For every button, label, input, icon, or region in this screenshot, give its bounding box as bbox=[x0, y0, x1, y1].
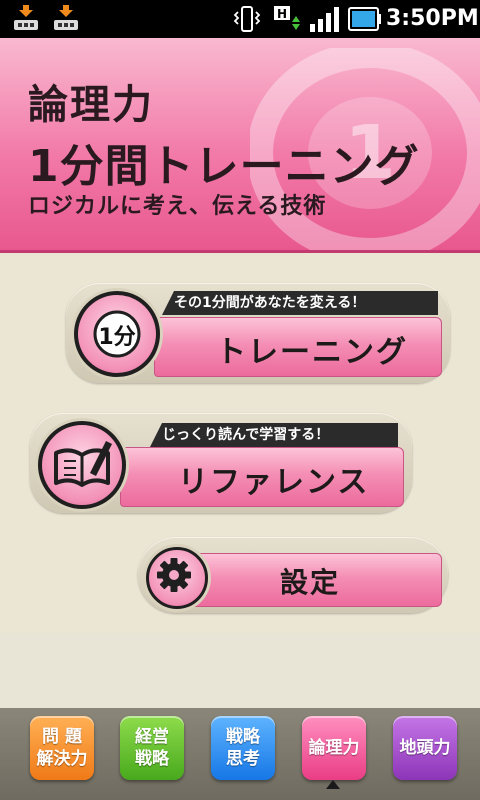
book-pen-icon bbox=[38, 421, 126, 509]
hsdpa-data-icon: H bbox=[274, 6, 300, 30]
status-bar: H 3:50PM bbox=[0, 0, 480, 38]
gear-icon bbox=[146, 547, 208, 609]
dock-item-problem-solving[interactable]: 問 題 解決力 bbox=[30, 716, 94, 780]
badge-text: 1分 bbox=[98, 325, 136, 350]
dock-item-thinking-power[interactable]: 地頭力 bbox=[393, 716, 457, 780]
training-tagline: その1分間があなたを変える！ bbox=[162, 291, 438, 315]
reference-label: リファレンス bbox=[178, 465, 370, 500]
signal-strength-icon bbox=[310, 7, 339, 32]
svg-text:H: H bbox=[277, 7, 287, 21]
settings-button[interactable]: 設定 bbox=[138, 537, 448, 613]
app-title-line-1: 論理力 bbox=[28, 82, 154, 128]
settings-label: 設定 bbox=[280, 566, 341, 599]
vibrate-icon bbox=[233, 6, 261, 32]
one-minute-badge-icon: 1分 bbox=[74, 291, 160, 377]
training-label: トレーニング bbox=[216, 335, 408, 370]
dock-item-strategic-thinking[interactable]: 戦略 思考 bbox=[211, 716, 275, 780]
reference-tagline: じっくり読んで学習する！ bbox=[150, 423, 398, 447]
dock-item-business-strategy[interactable]: 経営 戦略 bbox=[120, 716, 184, 780]
bottom-app-dock: 問 題 解決力 経営 戦略 戦略 思考 論理力 地頭力 bbox=[0, 708, 480, 800]
app-header: 1 論理力 1分間トレーニング ロジカルに考え、伝える技術 bbox=[0, 38, 480, 250]
app-title-line-2: 1分間トレーニング bbox=[28, 141, 420, 192]
dock-item-logic-power[interactable]: 論理力 bbox=[302, 716, 366, 780]
download-icon bbox=[12, 4, 40, 34]
download-icon bbox=[52, 4, 80, 34]
status-clock: 3:50PM bbox=[386, 6, 479, 31]
main-menu: その1分間があなたを変える！ 1分 トレーニング じっくり読んで学習する！ リフ… bbox=[0, 253, 480, 633]
app-subtitle: ロジカルに考え、伝える技術 bbox=[28, 194, 327, 219]
battery-icon bbox=[348, 7, 381, 31]
reference-button[interactable]: じっくり読んで学習する！ リファレンス bbox=[30, 413, 412, 513]
selected-app-indicator-icon bbox=[326, 780, 340, 789]
training-button[interactable]: その1分間があなたを変える！ 1分 トレーニング bbox=[66, 283, 450, 383]
